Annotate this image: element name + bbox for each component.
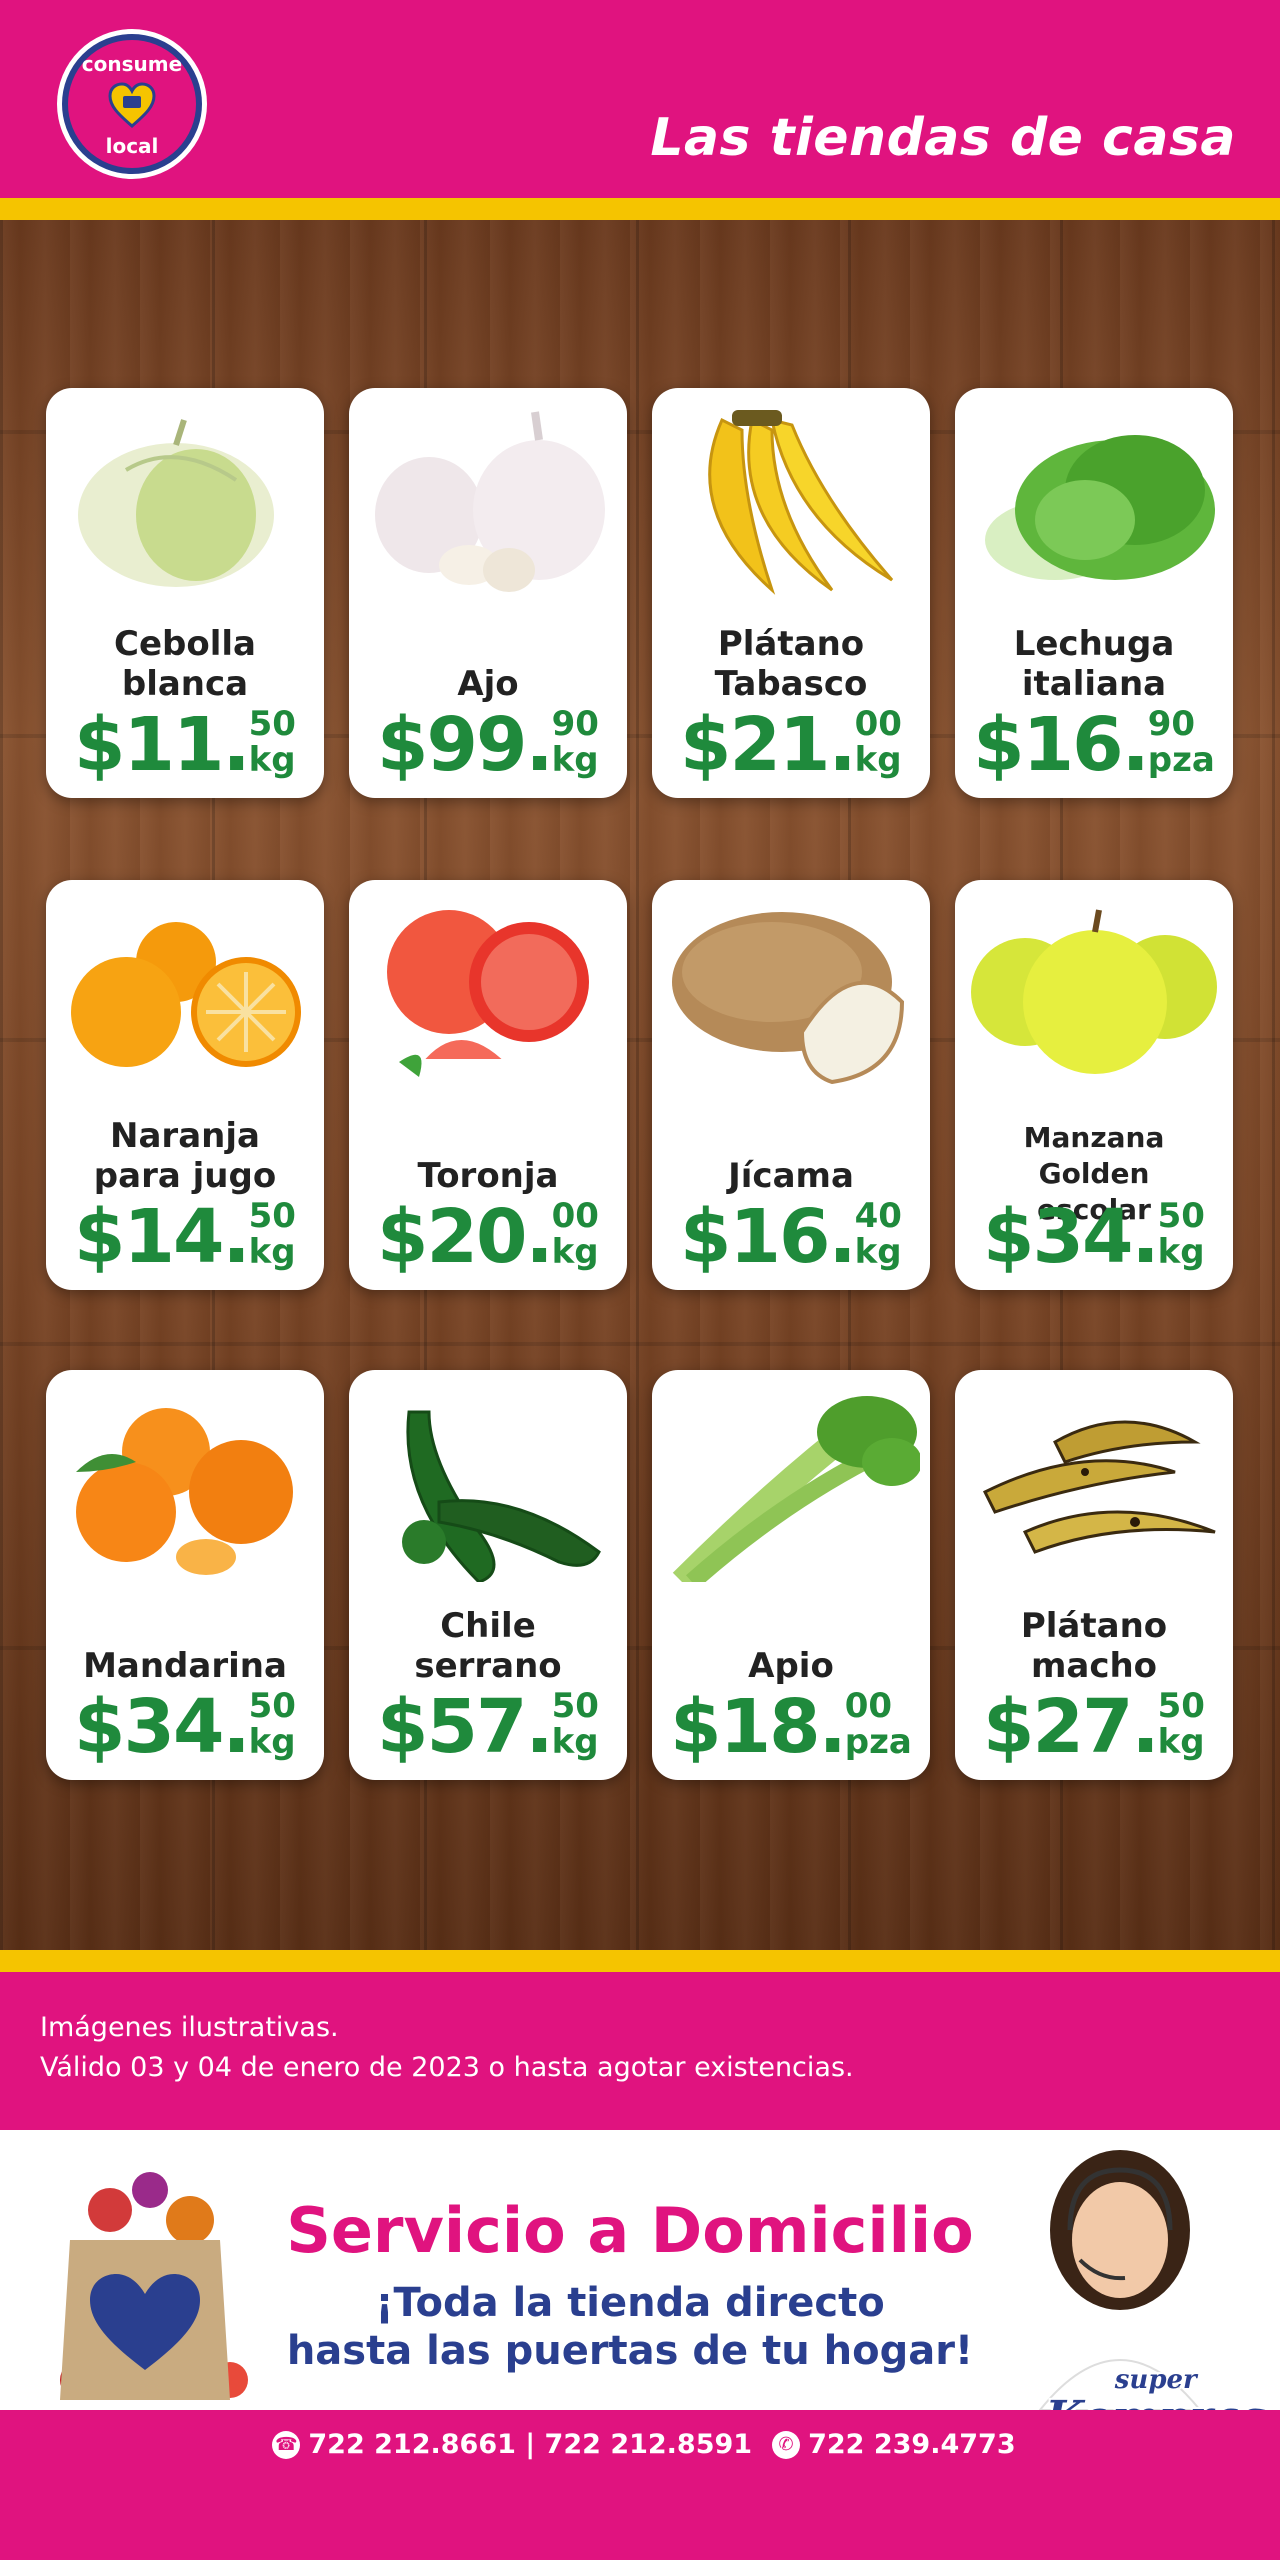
phone-icon: ☎ [272,2430,301,2459]
product-price: $16. 40 kg [680,1194,902,1280]
product-price: $34. 50 kg [983,1194,1205,1280]
grapefruit-icon [387,910,589,1077]
yellow-stripe [0,198,1280,220]
product-card[interactable]: Lechuga italiana $16. 90 pza [955,388,1233,798]
delivery-subtitle: ¡Toda la tienda directo [375,2280,885,2326]
product-price: $11. 50 kg [74,702,296,788]
product-card[interactable]: Jícama $16. 40 kg [652,880,930,1290]
product-card[interactable]: Naranja para jugo $14. 50 kg [46,880,324,1290]
delivery-title: Servicio a Domicilio [286,2194,974,2267]
product-card[interactable]: Manzana Golden escolar $34. 50 kg [955,880,1233,1290]
product-price: $14. 50 kg [74,1194,296,1280]
validity-line: Válido 03 y 04 de enero de 2023 o hasta … [40,2052,854,2083]
contact-bar: ☎ 722 212.8661 | 722 212.8591 ✆ 722 239.477… [0,2410,1280,2560]
whatsapp-number[interactable]: 722 239.4773 [808,2429,1016,2460]
product-name: Ajo [457,664,519,704]
grocery-bag-icon [60,2172,248,2400]
contact-row: ☎ 722 212.8661 | 722 212.8591 ✆ 722 239.477… [0,2428,1280,2460]
disclaimer-panel: Imágenes ilustrativas. Válido 03 y 04 de… [0,1972,1280,2130]
whatsapp-icon: ✆ [772,2430,801,2459]
celery-icon [672,1396,920,1582]
header: consume local Las tiendas de casa [0,0,1280,198]
product-board: Cebolla blanca $11. 50 kg Ajo $99. 90 kg Plá… [0,220,1280,1950]
product-price: $18. 00 pza [670,1684,912,1770]
product-card[interactable]: Plátano macho $27. 50 kg [955,1370,1233,1780]
lettuce-icon [985,435,1215,580]
product-name: Jícama [728,1156,854,1196]
product-name: Lechuga italiana [1013,624,1175,704]
product-name: Mandarina [83,1646,287,1686]
logo-bottom-text: local [105,134,159,158]
mandarin-icon [76,1408,293,1575]
consume-local-logo: consume local [62,34,202,174]
tagline: Las tiendas de casa [650,108,1236,168]
plantain-icon [982,1420,1216,1554]
product-card[interactable]: Ajo $99. 90 kg [349,388,627,798]
product-card[interactable]: Toronja $20. 00 kg [349,880,627,1290]
garlic-icon [375,411,605,592]
product-price: $34. 50 kg [74,1684,296,1770]
product-card[interactable]: Cebolla blanca $11. 50 kg [46,388,324,798]
product-card[interactable]: Chile serrano $57. 50 kg [349,1370,627,1780]
product-name: Cebolla blanca [114,624,256,704]
product-price: $99. 90 kg [377,702,599,788]
product-name: Naranja para jugo [93,1116,277,1196]
heart-icon [108,82,156,128]
product-name: Apio [748,1646,834,1686]
logo-top-text: consume [81,52,183,76]
chili-icon [402,1410,601,1582]
phone-numbers[interactable]: 722 212.8661 | 722 212.8591 [308,2429,752,2460]
product-name: Plátano macho [1020,1606,1168,1686]
banana-icon [708,410,894,595]
product-name: Plátano Tabasco [714,624,868,704]
product-card[interactable]: Plátano Tabasco $21. 00 kg [652,388,930,798]
product-price: $16. 90 pza [973,702,1215,788]
product-card[interactable]: Mandarina $34. 50 kg [46,1370,324,1780]
yellow-stripe [0,1950,1280,1972]
product-name: Chile serrano [414,1606,562,1686]
product-price: $27. 50 kg [983,1684,1205,1770]
apple-icon [971,909,1217,1074]
disclaimer-line: Imágenes ilustrativas. [40,2012,339,2043]
product-name: Toronja [417,1156,559,1196]
onion-icon [78,419,274,587]
delivery-subtitle: hasta las puertas de tu hogar! [286,2328,974,2374]
product-price: $21. 00 kg [680,702,902,788]
product-price: $57. 50 kg [377,1684,599,1770]
orange-icon [71,922,301,1067]
product-card[interactable]: Apio $18. 00 pza [652,1370,930,1780]
product-price: $20. 00 kg [377,1194,599,1280]
jicama-icon [672,912,905,1085]
delivery-banner[interactable]: Servicio a Domicilio ¡Toda la tienda dir… [0,2130,1280,2443]
